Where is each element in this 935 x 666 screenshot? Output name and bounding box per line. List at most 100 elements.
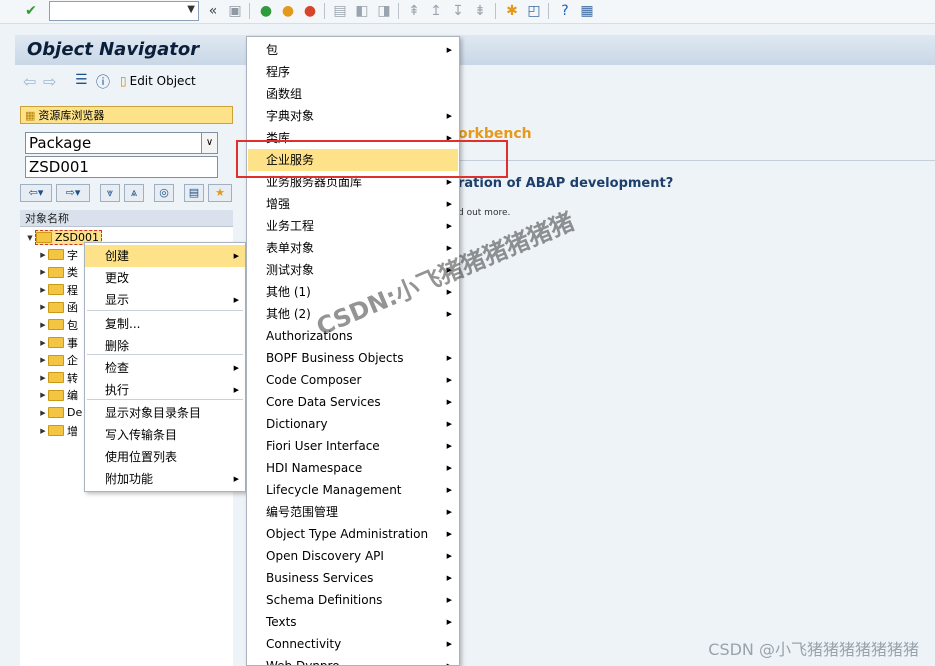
arrow-right-icon[interactable]: ⇨ xyxy=(43,72,56,91)
new-session-icon[interactable]: ✱ xyxy=(503,2,521,20)
submenu-item[interactable]: Business Services ▶ xyxy=(248,567,458,589)
chevron-down-icon[interactable]: ∨ xyxy=(201,133,217,153)
submenu-item[interactable]: Schema Definitions ▶ xyxy=(248,589,458,611)
collapsed-triangle-icon[interactable]: ▶ xyxy=(38,321,48,329)
tree-node[interactable]: ▶ 类 xyxy=(38,264,78,281)
previous-page-icon[interactable]: ↥ xyxy=(427,2,445,20)
exit-icon[interactable]: ● xyxy=(279,2,297,20)
submenu-item[interactable]: 编号范围管理 ▶ xyxy=(248,501,458,523)
submenu-arrow-icon: ▶ xyxy=(446,662,452,666)
object-name-input[interactable]: ZSD001 xyxy=(25,156,218,178)
submenu-arrow-icon: ▶ xyxy=(446,442,452,450)
submenu-item[interactable]: Object Type Administration ▶ xyxy=(248,523,458,545)
back-icon[interactable]: ● xyxy=(257,2,275,20)
submenu-item[interactable]: 业务工程 ▶ xyxy=(248,215,458,237)
submenu-item[interactable]: Core Data Services ▶ xyxy=(248,391,458,413)
context-menu-item[interactable]: 使用位置列表 xyxy=(85,446,245,468)
collapse-icon[interactable]: « xyxy=(204,2,222,20)
submenu-item[interactable]: 增强 ▶ xyxy=(248,193,458,215)
context-menu-item[interactable]: 显示对象目录条目 xyxy=(85,402,245,424)
save-icon[interactable]: ▣ xyxy=(226,2,244,20)
info-icon[interactable]: ⓘ xyxy=(96,72,110,92)
tree-node[interactable]: ▶ 企 xyxy=(38,352,78,369)
layout-menu-icon[interactable]: ▦ xyxy=(578,2,596,20)
binoculars-icon[interactable]: ◎ xyxy=(154,184,174,202)
repository-browser-button[interactable]: ▦ 资源库浏览器 xyxy=(20,106,233,124)
next-page-icon[interactable]: ↧ xyxy=(449,2,467,20)
arrow-left-icon[interactable]: ⇦ xyxy=(23,72,36,91)
context-menu-item[interactable]: 检查 ▶ xyxy=(85,357,245,379)
tree-node[interactable]: ▶ 程 xyxy=(38,281,78,298)
cancel-icon[interactable]: ● xyxy=(301,2,319,20)
find-icon[interactable]: ◧ xyxy=(353,2,371,20)
find-next-icon[interactable]: ◨ xyxy=(375,2,393,20)
context-menu-item[interactable]: 显示 ▶ xyxy=(85,289,245,311)
object-type-select[interactable]: Package ∨ xyxy=(25,132,218,154)
submenu-item[interactable]: 函数组 xyxy=(248,83,458,105)
submenu-item[interactable]: 包 ▶ xyxy=(248,39,458,61)
first-page-icon[interactable]: ⇞ xyxy=(405,2,423,20)
display-object-icon[interactable]: ▤ xyxy=(184,184,204,202)
context-menu-item[interactable]: 创建 ▶ xyxy=(85,245,245,267)
print-icon[interactable]: ▤ xyxy=(331,2,349,20)
tree-node[interactable]: ▶ 增 xyxy=(38,422,78,439)
hierarchy-icon[interactable]: ☰ xyxy=(75,72,88,88)
collapsed-triangle-icon[interactable]: ▶ xyxy=(38,286,48,294)
submenu-item[interactable]: HDI Namespace ▶ xyxy=(248,457,458,479)
expand-all-icon[interactable]: ⩔ xyxy=(100,184,120,202)
collapsed-triangle-icon[interactable]: ▶ xyxy=(38,374,48,382)
folder-icon xyxy=(48,372,64,384)
submenu-item[interactable]: Connectivity ▶ xyxy=(248,633,458,655)
collapsed-triangle-icon[interactable]: ▶ xyxy=(38,303,48,311)
tree-node[interactable]: ▶ 转 xyxy=(38,369,78,386)
context-menu-item[interactable]: 复制... xyxy=(85,313,245,335)
chevron-down-icon[interactable]: ▼ xyxy=(187,4,195,15)
arrow-left-icon[interactable]: ⇦▾ xyxy=(20,184,52,202)
shortcut-icon[interactable]: ◰ xyxy=(525,2,543,20)
help-icon[interactable]: ? xyxy=(556,2,574,20)
submenu-arrow-icon: ▶ xyxy=(446,376,452,384)
submenu-item[interactable]: BOPF Business Objects ▶ xyxy=(248,347,458,369)
submenu-item[interactable]: Fiori User Interface ▶ xyxy=(248,435,458,457)
context-menu-item[interactable]: 附加功能 ▶ xyxy=(85,468,245,490)
submenu-item[interactable]: 字典对象 ▶ xyxy=(248,105,458,127)
toolbar-separator xyxy=(249,3,250,19)
expanded-triangle-icon[interactable]: ▼ xyxy=(25,234,35,242)
tree-node[interactable]: ▶ 编 xyxy=(38,387,78,404)
last-page-icon[interactable]: ⇟ xyxy=(471,2,489,20)
collapsed-triangle-icon[interactable]: ▶ xyxy=(38,268,48,276)
submenu-item[interactable]: 表单对象 ▶ xyxy=(248,237,458,259)
edit-object-button[interactable]: ▯ Edit Object xyxy=(120,74,196,88)
workbench-find-out-more[interactable]: d out more. xyxy=(458,208,510,218)
submenu-item[interactable]: Web Dynpro ▶ xyxy=(248,655,458,666)
collapsed-triangle-icon[interactable]: ▶ xyxy=(38,427,48,435)
submenu-item[interactable]: 程序 xyxy=(248,61,458,83)
collapsed-triangle-icon[interactable]: ▶ xyxy=(38,251,48,259)
tree-node[interactable]: ▶ De xyxy=(38,404,82,421)
check-circle-icon[interactable]: ✔ xyxy=(22,2,40,20)
highlight-annotation xyxy=(236,140,508,178)
submenu-item[interactable]: Code Composer ▶ xyxy=(248,369,458,391)
collapse-all-icon[interactable]: ⩓ xyxy=(124,184,144,202)
collapsed-triangle-icon[interactable]: ▶ xyxy=(38,339,48,347)
tree-node[interactable]: ▶ 事 xyxy=(38,334,78,351)
submenu-arrow-icon: ▶ xyxy=(446,464,452,472)
command-field[interactable]: ▼ xyxy=(49,1,199,21)
context-menu-item[interactable]: 执行 ▶ xyxy=(85,379,245,401)
favorites-icon[interactable]: ★ xyxy=(208,184,232,202)
submenu-item[interactable]: Lifecycle Management ▶ xyxy=(248,479,458,501)
context-menu-item[interactable]: 写入传输条目 xyxy=(85,424,245,446)
submenu-item[interactable]: Open Discovery API ▶ xyxy=(248,545,458,567)
collapsed-triangle-icon[interactable]: ▶ xyxy=(38,356,48,364)
create-submenu: 包 ▶ 程序 函数组 字典对象 ▶ 类库 ▶ 企业服务 业务服务器页面库 ▶ 增强 ▶ 业务工程 ▶ 表单对象… xyxy=(246,36,460,666)
collapsed-triangle-icon[interactable]: ▶ xyxy=(38,409,48,417)
submenu-item[interactable]: Dictionary ▶ xyxy=(248,413,458,435)
arrow-right-icon[interactable]: ⇨▾ xyxy=(56,184,90,202)
collapsed-triangle-icon[interactable]: ▶ xyxy=(38,391,48,399)
context-menu-item[interactable]: 更改 xyxy=(85,267,245,289)
title-bar: Object Navigator xyxy=(15,35,935,65)
tree-node[interactable]: ▶ 包 xyxy=(38,316,78,333)
tree-node[interactable]: ▶ 字 xyxy=(38,246,78,263)
tree-node[interactable]: ▶ 函 xyxy=(38,299,78,316)
submenu-item[interactable]: Texts ▶ xyxy=(248,611,458,633)
